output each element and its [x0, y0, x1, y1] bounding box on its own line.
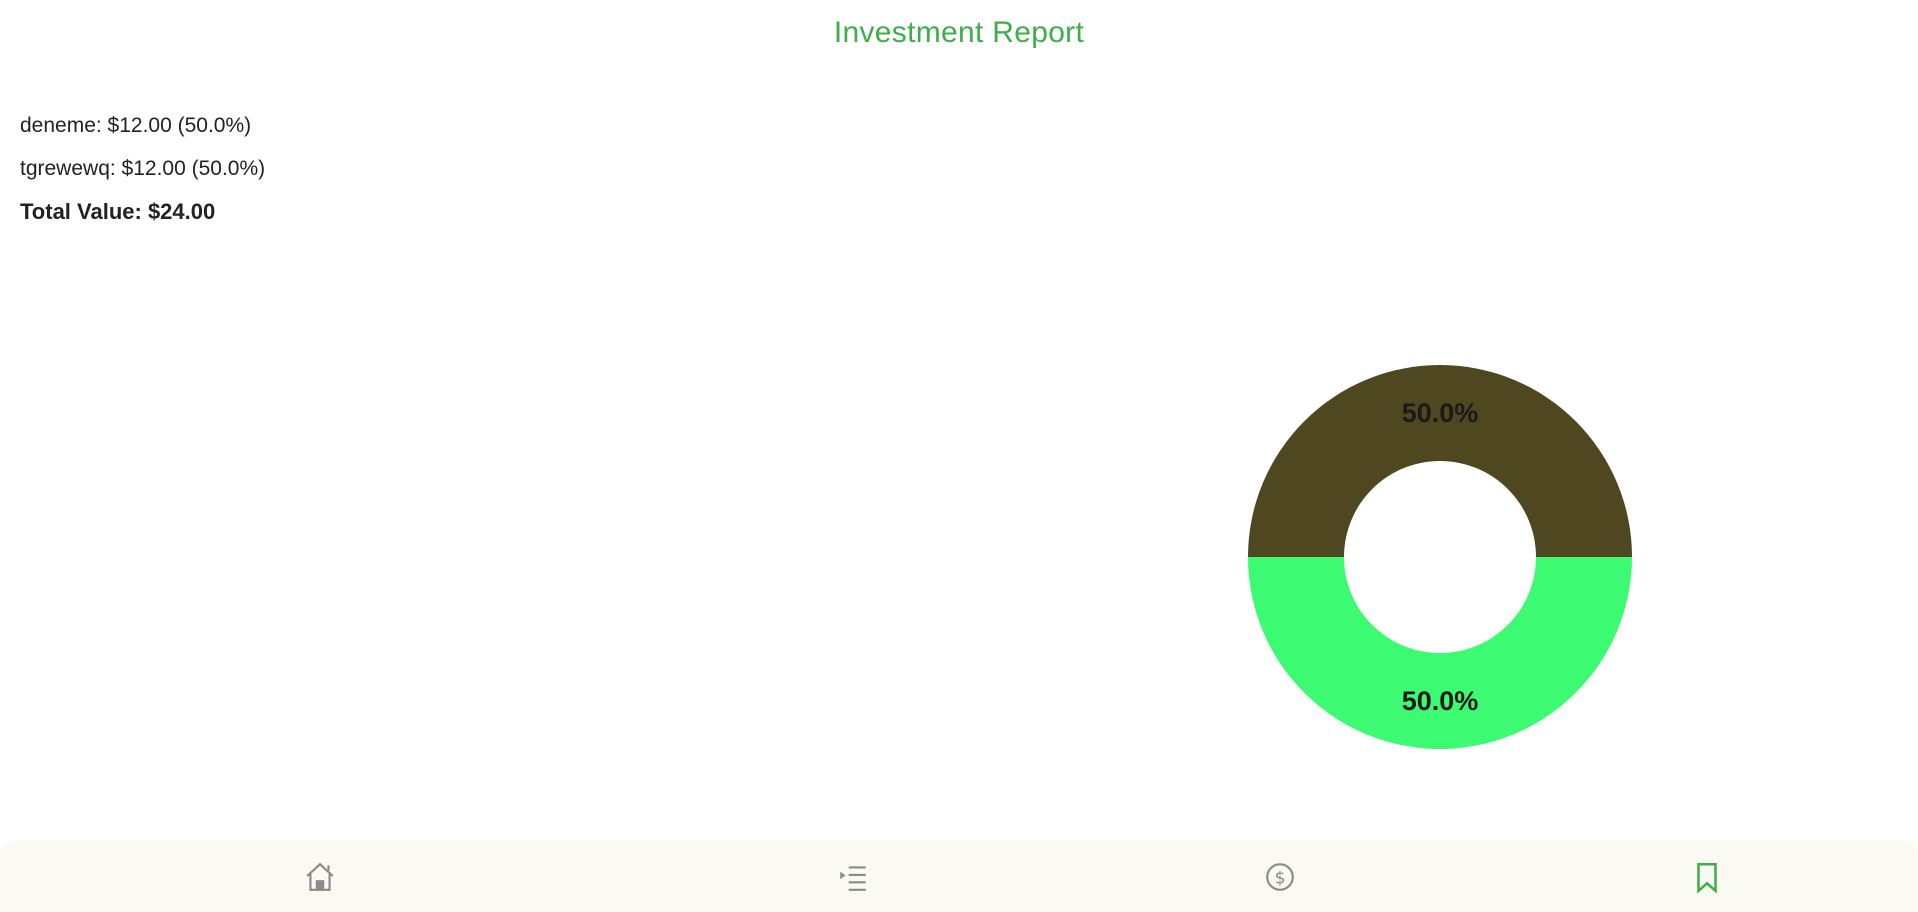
- list-icon: [840, 866, 866, 891]
- svg-text:$: $: [1275, 868, 1286, 888]
- donut-slice-tgrewewq: [1248, 557, 1632, 749]
- nav-item-list[interactable]: [818, 842, 888, 912]
- bottom-navigation-bar: $: [0, 842, 1918, 912]
- donut-label-deneme: 50.0%: [1402, 398, 1479, 428]
- investment-donut-chart: 50.0% 50.0%: [1248, 365, 1632, 749]
- dollar-icon: $: [1266, 863, 1294, 891]
- nav-item-home[interactable]: [285, 842, 355, 912]
- donut-label-tgrewewq: 50.0%: [1402, 686, 1479, 716]
- nav-item-transactions[interactable]: $: [1245, 842, 1315, 912]
- donut-slice-deneme: [1248, 365, 1632, 557]
- nav-item-bookmarks[interactable]: [1672, 842, 1742, 912]
- home-icon: [306, 862, 334, 891]
- bookmark-icon: [1697, 862, 1717, 894]
